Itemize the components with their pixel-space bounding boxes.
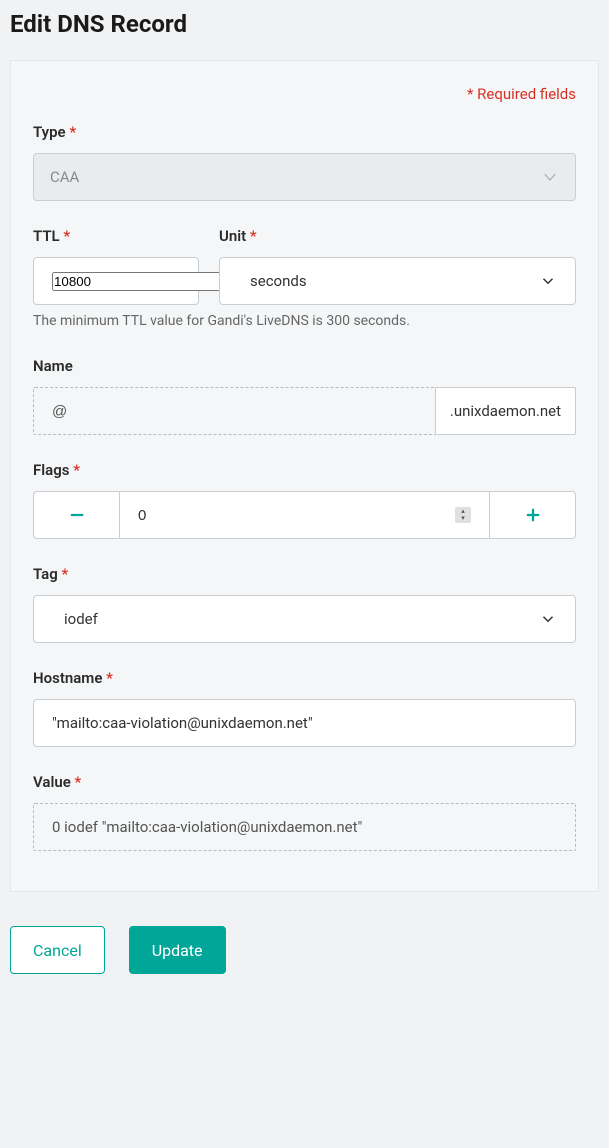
ttl-label: TTL * xyxy=(33,227,199,245)
cancel-button[interactable]: Cancel xyxy=(10,926,105,974)
page-title: Edit DNS Record xyxy=(10,10,599,38)
form-card: * Required fields Type * CAA TTL * ▴▾ xyxy=(10,60,599,892)
unit-label: Unit * xyxy=(219,227,576,245)
unit-value: seconds xyxy=(250,272,307,290)
type-select: CAA xyxy=(33,153,576,201)
hostname-input[interactable] xyxy=(33,699,576,747)
hostname-label: Hostname * xyxy=(33,669,576,687)
chevron-down-icon xyxy=(541,168,559,186)
chevron-down-icon xyxy=(539,610,557,628)
tag-value: iodef xyxy=(64,610,98,628)
flags-increment-button[interactable] xyxy=(490,491,576,539)
update-button[interactable]: Update xyxy=(129,926,226,974)
ttl-hint: The minimum TTL value for Gandi's LiveDN… xyxy=(33,313,576,329)
flags-input[interactable] xyxy=(138,507,455,524)
flags-decrement-button[interactable] xyxy=(33,491,119,539)
ttl-input[interactable]: ▴▾ xyxy=(33,257,199,305)
required-fields-note: * Required fields xyxy=(33,85,576,103)
type-value: CAA xyxy=(50,168,79,186)
name-label: Name xyxy=(33,357,576,375)
unit-select[interactable]: seconds xyxy=(219,257,576,305)
flags-label: Flags * xyxy=(33,461,576,479)
chevron-down-icon xyxy=(539,272,557,290)
type-label: Type * xyxy=(33,123,576,141)
tag-select[interactable]: iodef xyxy=(33,595,576,643)
tag-label: Tag * xyxy=(33,565,576,583)
ttl-value[interactable] xyxy=(52,272,233,291)
value-output: 0 iodef "mailto:caa-violation@unixdaemon… xyxy=(33,803,576,851)
number-spinner-icon[interactable]: ▴▾ xyxy=(455,507,471,523)
flags-stepper: ▴▾ xyxy=(33,491,576,539)
value-label: Value * xyxy=(33,773,576,791)
name-input[interactable] xyxy=(33,387,435,435)
domain-suffix: .unixdaemon.net xyxy=(435,387,576,435)
